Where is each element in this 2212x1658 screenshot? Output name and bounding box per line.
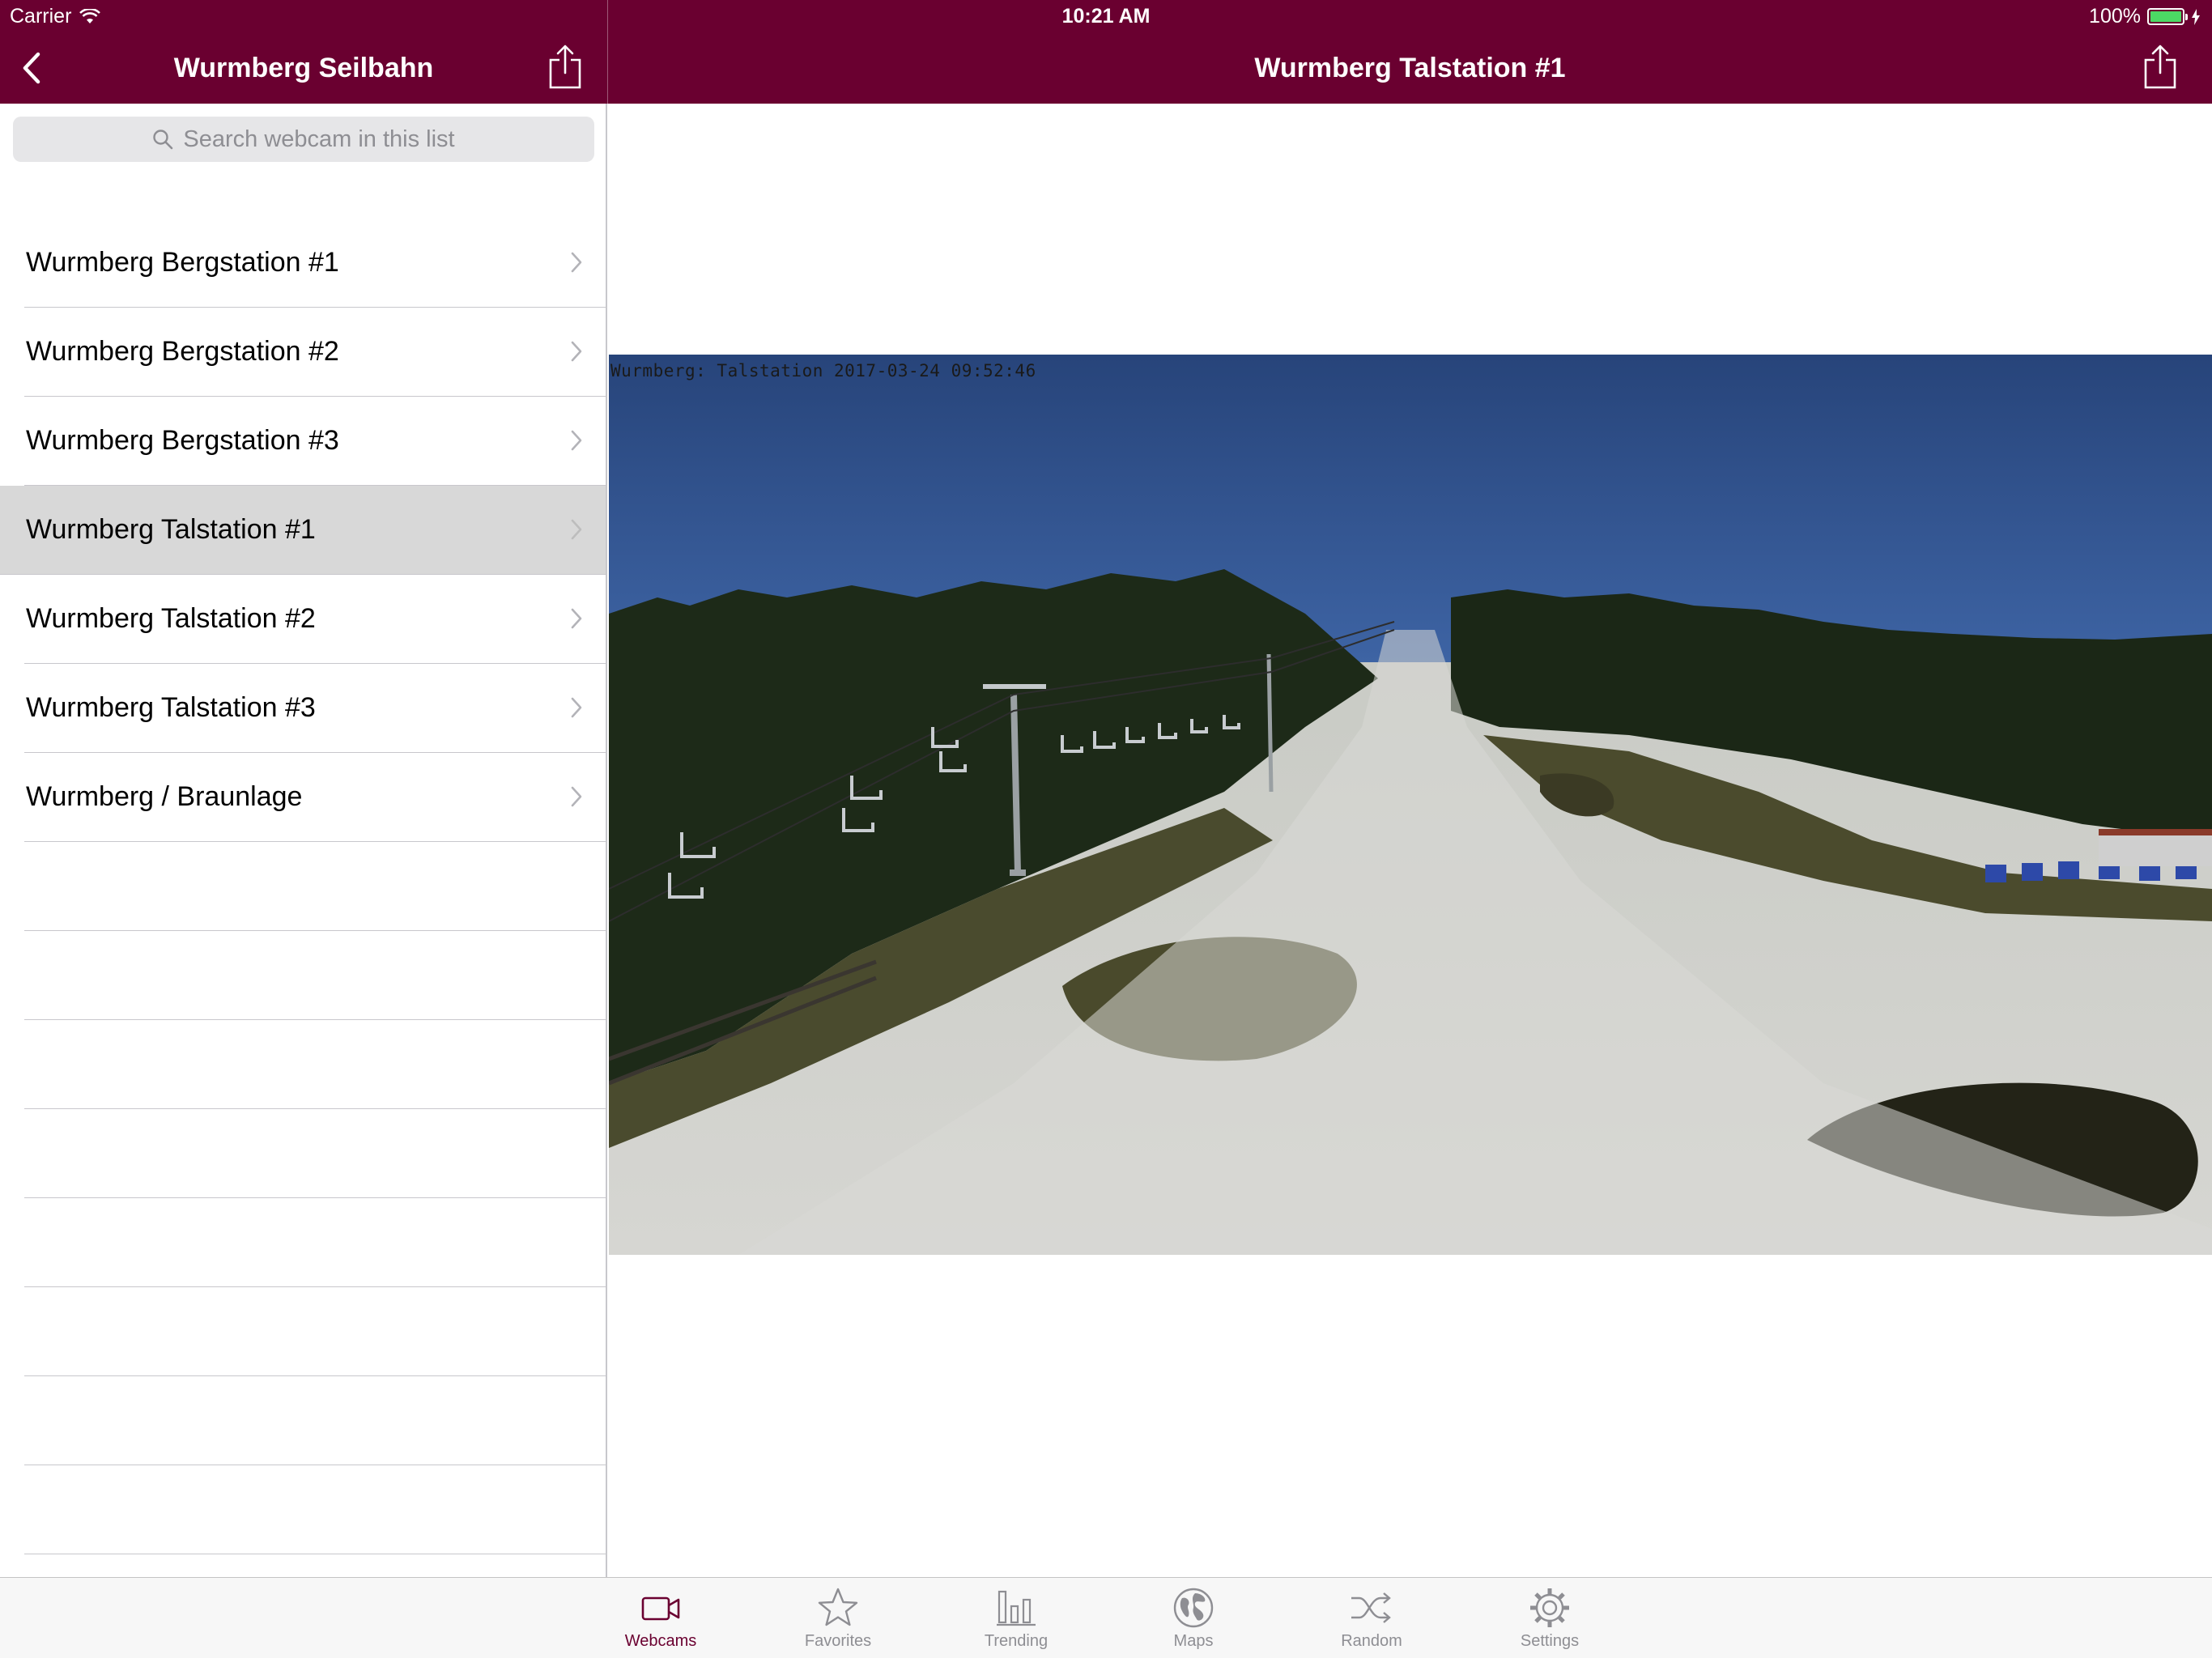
chevron-right-icon (571, 608, 582, 629)
webcam-list-item[interactable]: Wurmberg Bergstation #2 (0, 308, 606, 397)
empty-list-row (0, 1198, 606, 1287)
webcam-list-item[interactable]: Wurmberg / Braunlage (0, 753, 606, 842)
gear-icon (1530, 1588, 1569, 1627)
detail-nav-bar: Wurmberg Talstation #1 (608, 32, 2212, 104)
webcam-list-item-label: Wurmberg Talstation #3 (26, 692, 316, 723)
star-icon (818, 1588, 858, 1626)
tab-settings[interactable]: Settings (1461, 1578, 1639, 1658)
tab-label: Webcams (624, 1632, 697, 1650)
webcam-list-item[interactable]: Wurmberg Talstation #1 (0, 486, 606, 575)
video-camera-icon (641, 1596, 680, 1621)
top-bar: Carrier 10:21 AM 100% Wurmberg Seilbahn (0, 0, 2212, 104)
tab-webcams[interactable]: Webcams (572, 1578, 750, 1658)
webcam-detail-panel: Wurmberg: Talstation 2017-03-24 09:52:46 (609, 104, 2212, 1577)
webcam-list-item[interactable]: Wurmberg Bergstation #3 (0, 397, 606, 486)
empty-list-row (0, 1554, 606, 1577)
webcam-snapshot (609, 355, 2212, 1255)
battery-indicator: 100% (2089, 5, 2201, 28)
detail-title: Wurmberg Talstation #1 (1254, 53, 1566, 83)
chevron-right-icon (571, 430, 582, 451)
tab-favorites[interactable]: Favorites (749, 1578, 927, 1658)
master-share-button[interactable] (542, 42, 588, 91)
webcam-list-item-label: Wurmberg / Braunlage (26, 781, 303, 812)
share-icon (549, 45, 581, 89)
chevron-right-icon (571, 519, 582, 540)
tab-label: Trending (984, 1632, 1049, 1650)
charging-bolt-icon (2192, 8, 2200, 25)
webcam-timestamp-caption: Wurmberg: Talstation 2017-03-24 09:52:46 (610, 361, 1036, 380)
chevron-right-icon (571, 786, 582, 807)
shuffle-icon (1351, 1592, 1391, 1623)
empty-list-row (0, 842, 606, 931)
webcam-list-item-label: Wurmberg Talstation #1 (26, 514, 316, 545)
empty-list-row (0, 1376, 606, 1465)
share-icon (2144, 45, 2176, 89)
webcam-list-item-label: Wurmberg Bergstation #2 (26, 336, 339, 367)
tab-label: Favorites (804, 1632, 872, 1650)
webcam-list-item-label: Wurmberg Bergstation #1 (26, 247, 339, 278)
tab-maps[interactable]: Maps (1104, 1578, 1283, 1658)
webcam-list-item[interactable]: Wurmberg Talstation #2 (0, 575, 606, 664)
chevron-right-icon (571, 697, 582, 718)
bar-chart-icon (997, 1590, 1036, 1626)
tab-random[interactable]: Random (1283, 1578, 1461, 1658)
webcam-list-item-label: Wurmberg Bergstation #3 (26, 425, 339, 456)
search-icon (153, 130, 173, 150)
webcam-image[interactable]: Wurmberg: Talstation 2017-03-24 09:52:46 (609, 355, 2212, 1255)
tab-label: Random (1341, 1632, 1402, 1650)
empty-list-row (0, 1465, 606, 1554)
status-bar: Carrier 10:21 AM 100% (0, 0, 2212, 32)
webcam-list-item[interactable]: Wurmberg Bergstation #1 (0, 219, 606, 308)
chevron-right-icon (571, 252, 582, 273)
back-button[interactable] (11, 47, 52, 89)
search-placeholder: Search webcam in this list (183, 125, 455, 152)
tab-bar: Webcams Favorites Trending Maps Random S… (0, 1577, 2212, 1658)
status-time: 10:21 AM (1061, 5, 1151, 28)
globe-icon (1173, 1588, 1214, 1628)
battery-fill (2150, 11, 2181, 22)
empty-list-row (0, 1287, 606, 1376)
empty-list-row (0, 1020, 606, 1109)
search-field[interactable]: Search webcam in this list (13, 117, 594, 162)
battery-icon (2147, 8, 2188, 25)
master-nav-bar: Wurmberg Seilbahn (0, 32, 607, 104)
empty-list-row (0, 1109, 606, 1198)
detail-share-button[interactable] (2138, 42, 2183, 91)
webcam-list-item-label: Wurmberg Talstation #2 (26, 603, 316, 634)
tab-label: Maps (1173, 1632, 1214, 1650)
battery-percent: 100% (2089, 5, 2141, 28)
empty-list-row (0, 931, 606, 1020)
webcam-list-item[interactable]: Wurmberg Talstation #3 (0, 664, 606, 753)
master-title: Wurmberg Seilbahn (173, 53, 434, 83)
webcam-list: Wurmberg Bergstation #1 Wurmberg Bergstat… (0, 219, 606, 1577)
tab-trending[interactable]: Trending (927, 1578, 1105, 1658)
chevron-left-icon (23, 52, 40, 84)
tab-label: Settings (1520, 1632, 1580, 1650)
chevron-right-icon (571, 341, 582, 362)
webcam-list-panel: Search webcam in this list Wurmberg Berg… (0, 104, 607, 1577)
